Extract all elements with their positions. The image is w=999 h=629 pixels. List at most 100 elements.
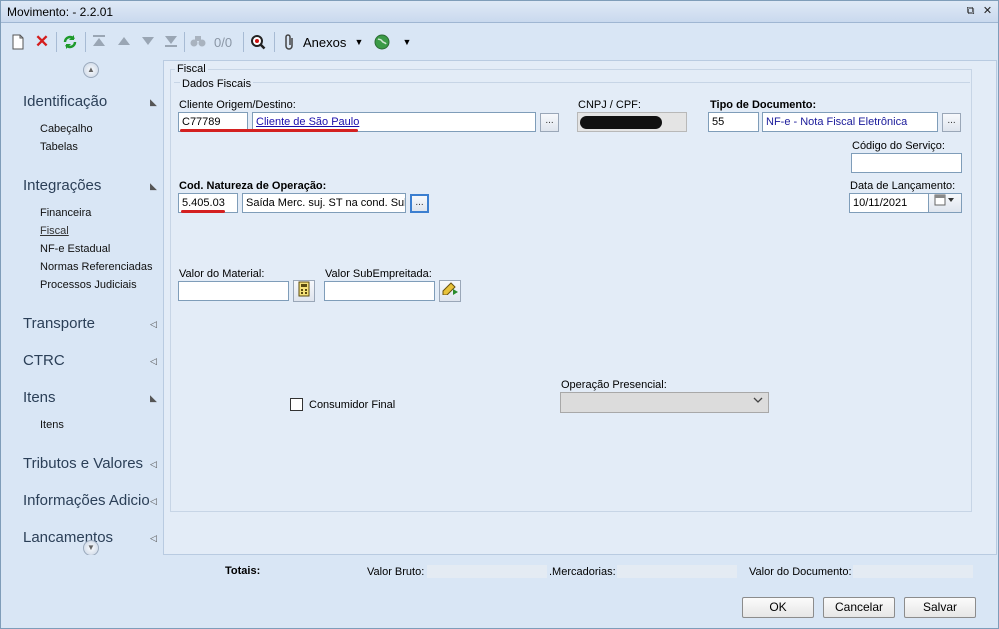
sidebar-item-fiscal[interactable]: Fiscal (40, 225, 69, 237)
tipo-documento-name-field[interactable]: NF-e - Nota Fiscal Eletrônica (762, 112, 938, 132)
valor-subempreitada-input[interactable] (324, 281, 435, 301)
attachments-label[interactable]: Anexos (303, 35, 346, 50)
data-lancamento-label: Data de Lançamento: (850, 180, 956, 192)
fiscal-group (170, 69, 972, 512)
new-document-icon[interactable] (10, 34, 26, 50)
tipo-documento-code-input[interactable]: 55 (708, 112, 759, 132)
attachments-dropdown-icon[interactable]: ▼ (351, 34, 367, 50)
sidebar-item-nfe-estadual[interactable]: NF-e Estadual (40, 243, 110, 255)
mercadorias-field (617, 565, 737, 578)
cliente-name-text[interactable]: Cliente de São Paulo (256, 116, 359, 128)
collapsed-arrow-icon[interactable]: ◁ (150, 459, 157, 470)
consumidor-final-checkbox[interactable] (290, 398, 303, 411)
window-title: Movimento: - 2.2.01 (7, 5, 114, 19)
calculator-icon[interactable] (293, 280, 315, 302)
codigo-servico-label: Código do Serviço: (852, 140, 945, 152)
cancel-button[interactable]: Cancelar (823, 597, 895, 618)
cliente-lookup-button[interactable]: ... (540, 113, 559, 132)
next-record-icon[interactable] (140, 34, 156, 50)
sidebar-section-tributos[interactable]: Tributos e Valores (23, 455, 143, 472)
scroll-down-icon[interactable]: ▼ (83, 540, 99, 556)
collapsed-arrow-icon[interactable]: ◁ (150, 533, 157, 543)
totais-label: Totais: (225, 565, 261, 577)
natureza-operacao-label: Cod. Natureza de Operação: (179, 180, 327, 192)
collapsed-arrow-icon[interactable]: ◁ (150, 356, 157, 367)
operacao-presencial-label: Operação Presencial: (561, 379, 667, 391)
sidebar-clip: Lancamentos ◁ (1, 526, 161, 543)
collapsed-arrow-icon[interactable]: ◁ (150, 319, 157, 330)
tipo-documento-lookup-button[interactable]: ... (942, 113, 961, 132)
sidebar-item-cabecalho[interactable]: Cabeçalho (40, 123, 93, 135)
valor-material-label: Valor do Material: (179, 268, 265, 280)
sidebar-section-integracoes[interactable]: Integrações (23, 177, 101, 194)
footer-bar: Totais: Valor Bruto: .Mercadorias: Valor… (1, 555, 998, 628)
natureza-lookup-button[interactable]: ... (410, 194, 429, 213)
sidebar-item-itens[interactable]: Itens (40, 419, 64, 431)
toolbar-separator (85, 32, 86, 52)
valor-bruto-label: Valor Bruto: (367, 566, 425, 578)
globe-icon[interactable] (374, 34, 390, 50)
binoculars-icon[interactable] (190, 34, 206, 50)
toolbar-separator (56, 32, 57, 52)
sidebar-section-itens[interactable]: Itens (23, 389, 56, 406)
sidebar-section-transporte[interactable]: Transporte (23, 315, 95, 332)
last-record-icon[interactable] (163, 34, 179, 50)
delete-icon[interactable]: ✕ (34, 33, 50, 50)
refresh-icon[interactable] (62, 34, 78, 50)
sidebar-section-informacoes[interactable]: Informações Adicio (23, 492, 150, 509)
dados-fiscais-title: Dados Fiscais (180, 78, 254, 90)
tipo-documento-label: Tipo de Documento: (710, 99, 817, 111)
sidebar-item-processos-judiciais[interactable]: Processos Judiciais (40, 279, 137, 291)
redaction-mark (580, 116, 662, 129)
expanded-arrow-icon[interactable]: ◣ (150, 97, 157, 108)
dados-fiscais-divider (174, 82, 970, 83)
record-counter: 0/0 (214, 35, 233, 50)
previous-record-icon[interactable] (116, 34, 132, 50)
data-lancamento-input[interactable]: 10/11/2021 (849, 193, 929, 213)
globe-dropdown-icon[interactable]: ▼ (399, 34, 415, 50)
sidebar-item-tabelas[interactable]: Tabelas (40, 141, 78, 153)
main-panel: Fiscal Dados Fiscais Cliente Origem/Dest… (163, 60, 997, 555)
sidebar-section-ctrc[interactable]: CTRC (23, 352, 65, 369)
valor-subempreitada-label: Valor SubEmpreitada: (325, 268, 432, 280)
sidebar-section-identificacao[interactable]: Identificação (23, 93, 107, 110)
expanded-arrow-icon[interactable]: ◣ (150, 181, 157, 192)
expanded-arrow-icon[interactable]: ◣ (150, 393, 157, 404)
paperclip-icon[interactable] (282, 34, 298, 50)
annotation-underline (181, 210, 225, 213)
natureza-description-field[interactable]: Saída Merc. suj. ST na cond. Sub (242, 193, 406, 213)
toolbar-separator (274, 32, 275, 52)
sidebar-item-normas-referenciadas[interactable]: Normas Referenciadas (40, 261, 153, 273)
mercadorias-label: .Mercadorias: (549, 566, 616, 578)
cliente-label: Cliente Origem/Destino: (179, 99, 296, 111)
cnpj-label: CNPJ / CPF: (578, 99, 641, 111)
calendar-icon[interactable] (928, 193, 962, 213)
toolbar: ✕ 0/0 Anexos ▼ ▼ (1, 24, 998, 60)
ok-button[interactable]: OK (742, 597, 814, 618)
search-icon[interactable] (250, 34, 266, 50)
sidebar-nav: ▲ Identificação ◣ Cabeçalho Tabelas Inte… (1, 60, 163, 556)
save-button[interactable]: Salvar (904, 597, 976, 618)
valor-material-input[interactable] (178, 281, 289, 301)
sidebar-item-financeira[interactable]: Financeira (40, 207, 91, 219)
codigo-servico-input[interactable] (851, 153, 962, 173)
valor-documento-field (853, 565, 973, 578)
scroll-up-icon[interactable]: ▲ (83, 62, 99, 78)
collapsed-arrow-icon[interactable]: ◁ (150, 496, 157, 507)
valor-bruto-field (427, 565, 547, 578)
operacao-presencial-select[interactable] (560, 392, 769, 413)
toolbar-separator (243, 32, 244, 52)
restore-icon[interactable]: ⧉ (965, 6, 976, 17)
toolbar-separator (184, 32, 185, 52)
edit-pencil-icon[interactable] (439, 280, 461, 302)
consumidor-final-label: Consumidor Final (309, 399, 396, 411)
title-bar: Movimento: - 2.2.01 ⧉ ✕ (1, 1, 998, 23)
fiscal-group-title: Fiscal (175, 63, 208, 75)
first-record-icon[interactable] (91, 34, 107, 50)
valor-documento-label: Valor do Documento: (749, 566, 852, 578)
chevron-down-icon (753, 396, 763, 407)
annotation-underline (180, 129, 358, 132)
close-icon[interactable]: ✕ (982, 6, 993, 17)
movimento-window: Movimento: - 2.2.01 ⧉ ✕ ✕ 0/0 Anexos ▼ ▼… (0, 0, 999, 629)
sidebar-section-lancamentos[interactable]: Lancamentos (23, 529, 113, 543)
